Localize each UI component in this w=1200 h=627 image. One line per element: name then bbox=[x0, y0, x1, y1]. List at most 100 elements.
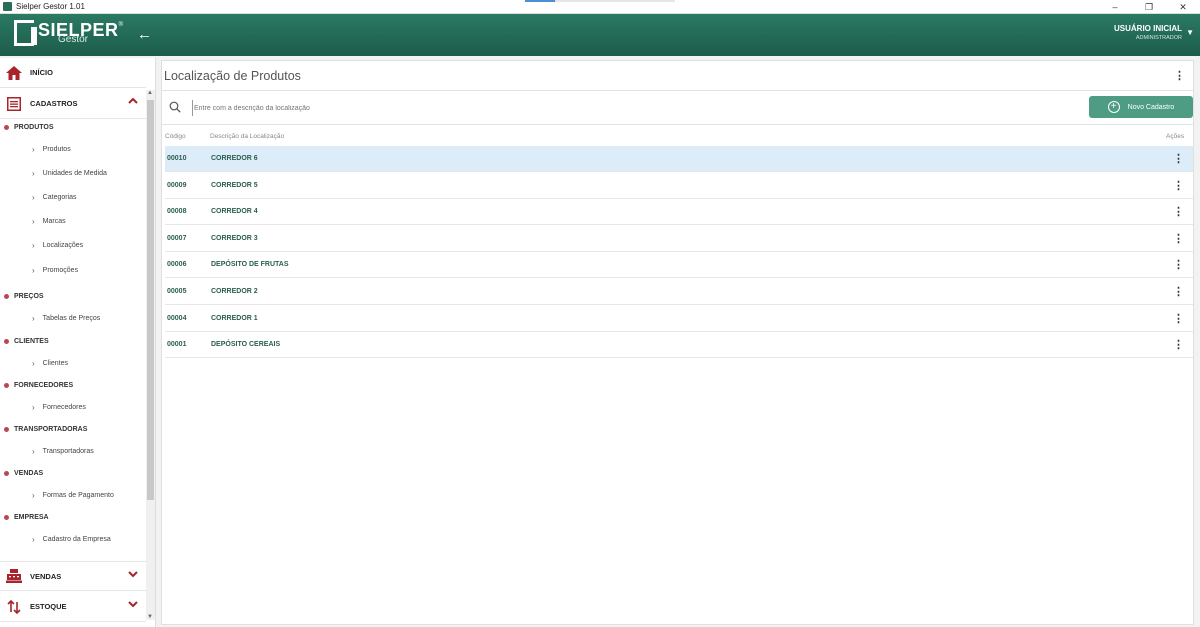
sidebar-scrollbar[interactable]: ▲ ▼ bbox=[146, 90, 155, 620]
logo-mark-icon bbox=[14, 20, 37, 46]
chevron-up-icon[interactable] bbox=[128, 97, 138, 108]
group-fornecedores: FORNECEDORES bbox=[4, 382, 73, 389]
chevron-right-icon: › bbox=[32, 169, 35, 178]
sidebar-item-label: Cadastro da Empresa bbox=[42, 536, 111, 543]
row-description: CORREDOR 6 bbox=[211, 155, 258, 162]
page-title: Localização de Produtos bbox=[164, 69, 301, 83]
group-precos: PREÇOS bbox=[4, 293, 44, 300]
group-transportadoras: TRANSPORTADORAS bbox=[4, 426, 87, 433]
sidebar-item-unidades[interactable]: › Unidades de Medida bbox=[32, 169, 107, 178]
row-code: 00010 bbox=[167, 155, 187, 162]
sidebar-item-tabelas-precos[interactable]: › Tabelas de Preços bbox=[32, 314, 100, 323]
sidebar-item-estoque[interactable]: ESTOQUE bbox=[0, 592, 146, 622]
table-row[interactable]: 00009 CORREDOR 5 ⋮ bbox=[165, 173, 1193, 199]
column-header-description[interactable]: Descrição da Localização bbox=[210, 133, 284, 140]
table-row[interactable]: 00010 CORREDOR 6 ⋮ bbox=[165, 146, 1193, 172]
group-label: PREÇOS bbox=[14, 293, 44, 300]
chevron-right-icon: › bbox=[32, 491, 35, 500]
close-button[interactable]: ✕ bbox=[1166, 0, 1200, 14]
row-code: 00004 bbox=[167, 315, 187, 322]
row-code: 00006 bbox=[167, 261, 187, 268]
more-vert-icon[interactable]: ⋮ bbox=[1173, 338, 1184, 351]
sidebar-item-cadastro-empresa[interactable]: › Cadastro da Empresa bbox=[32, 535, 111, 544]
caret-down-icon[interactable]: ▼ bbox=[1186, 28, 1194, 37]
swap-vertical-icon bbox=[6, 599, 22, 615]
sidebar-item-cadastros[interactable]: CADASTROS bbox=[0, 89, 146, 119]
row-description: CORREDOR 2 bbox=[211, 288, 258, 295]
divider bbox=[162, 124, 1193, 125]
group-label: VENDAS bbox=[14, 470, 44, 477]
chevron-right-icon: › bbox=[32, 447, 35, 456]
table-row[interactable]: 00004 CORREDOR 1 ⋮ bbox=[165, 306, 1193, 332]
scroll-down-icon[interactable]: ▼ bbox=[147, 614, 153, 620]
sidebar-item-formas-pagamento[interactable]: › Formas de Pagamento bbox=[32, 491, 114, 500]
new-record-button[interactable]: + Novo Cadastro bbox=[1089, 96, 1193, 118]
sidebar-item-promocoes[interactable]: › Promoções bbox=[32, 266, 78, 275]
row-description: DEPÓSITO DE FRUTAS bbox=[211, 261, 289, 268]
sidebar-label-estoque: ESTOQUE bbox=[30, 602, 67, 611]
row-description: CORREDOR 4 bbox=[211, 208, 258, 215]
sidebar-item-label: Categorias bbox=[42, 194, 77, 201]
restore-button[interactable]: ❐ bbox=[1132, 0, 1166, 14]
group-clientes: CLIENTES bbox=[4, 338, 49, 345]
more-vert-icon[interactable]: ⋮ bbox=[1173, 285, 1184, 298]
chevron-right-icon: › bbox=[32, 535, 35, 544]
group-label: FORNECEDORES bbox=[14, 382, 74, 389]
scroll-up-icon[interactable]: ▲ bbox=[147, 90, 153, 96]
register-icon bbox=[6, 96, 22, 112]
chevron-right-icon: › bbox=[32, 217, 35, 226]
sidebar-item-label: Produtos bbox=[42, 146, 71, 153]
sidebar-item-label: Promoções bbox=[42, 267, 79, 274]
row-code: 00007 bbox=[167, 235, 187, 242]
more-vert-icon[interactable]: ⋮ bbox=[1173, 205, 1184, 218]
scrollbar-thumb[interactable] bbox=[147, 100, 154, 500]
more-vert-icon[interactable]: ⋮ bbox=[1173, 232, 1184, 245]
more-vert-icon[interactable]: ⋮ bbox=[1174, 69, 1185, 82]
sidebar-item-label: Fornecedores bbox=[42, 404, 86, 411]
column-header-actions: Ações bbox=[1166, 133, 1185, 140]
new-record-label: Novo Cadastro bbox=[1127, 103, 1175, 111]
sidebar-item-localizacoes[interactable]: › Localizações bbox=[32, 241, 83, 250]
chevron-down-icon[interactable] bbox=[128, 600, 138, 611]
sidebar-item-vendas[interactable]: VENDAS bbox=[0, 561, 146, 591]
column-header-code[interactable]: Código bbox=[165, 133, 186, 140]
row-description: CORREDOR 1 bbox=[211, 315, 258, 322]
sidebar-item-clientes[interactable]: › Clientes bbox=[32, 359, 68, 368]
user-role: ADMINISTRADOR bbox=[1135, 35, 1182, 41]
sidebar-item-transportadoras[interactable]: › Transportadoras bbox=[32, 447, 94, 456]
window-titlebar: Sielper Gestor 1.01 – ❐ ✕ bbox=[0, 0, 1200, 14]
sidebar-item-categorias[interactable]: › Categorias bbox=[32, 193, 77, 202]
chevron-down-icon[interactable] bbox=[128, 570, 138, 581]
row-description: CORREDOR 3 bbox=[211, 235, 258, 242]
sidebar-item-produtos[interactable]: › Produtos bbox=[32, 145, 71, 154]
sidebar-item-label: Tabelas de Preços bbox=[42, 315, 101, 322]
more-vert-icon[interactable]: ⋮ bbox=[1173, 152, 1184, 165]
table-row[interactable]: 00007 CORREDOR 3 ⋮ bbox=[165, 226, 1193, 252]
row-code: 00008 bbox=[167, 208, 187, 215]
home-icon bbox=[6, 65, 22, 81]
user-name: USUÁRIO INICIAL bbox=[1114, 24, 1182, 33]
sidebar-item-marcas[interactable]: › Marcas bbox=[32, 217, 66, 226]
group-produtos: PRODUTOS bbox=[4, 124, 54, 131]
more-vert-icon[interactable]: ⋮ bbox=[1173, 258, 1184, 271]
cash-register-icon bbox=[6, 568, 22, 584]
window-title: Sielper Gestor 1.01 bbox=[16, 2, 85, 11]
minimize-button[interactable]: – bbox=[1098, 0, 1132, 14]
more-vert-icon[interactable]: ⋮ bbox=[1173, 312, 1184, 325]
sidebar-item-label: Transportadoras bbox=[42, 448, 94, 455]
table-row[interactable]: 00006 DEPÓSITO DE FRUTAS ⋮ bbox=[165, 252, 1193, 278]
more-vert-icon[interactable]: ⋮ bbox=[1173, 179, 1184, 192]
app-header: SIELPER ® Gestor ← USUÁRIO INICIAL ADMINI… bbox=[0, 14, 1200, 56]
arrow-left-icon[interactable]: ← bbox=[137, 26, 152, 43]
search-input[interactable] bbox=[192, 100, 592, 116]
table-row[interactable]: 00008 CORREDOR 4 ⋮ bbox=[165, 199, 1193, 225]
sidebar-label-inicio: INÍCIO bbox=[30, 68, 53, 77]
sidebar-item-label: Clientes bbox=[42, 360, 68, 367]
sidebar-item-fornecedores[interactable]: › Fornecedores bbox=[32, 403, 86, 412]
table-row[interactable]: 00005 CORREDOR 2 ⋮ bbox=[165, 279, 1193, 305]
table-row[interactable]: 00001 DEPÓSITO CEREAIS ⋮ bbox=[165, 332, 1193, 358]
row-description: DEPÓSITO CEREAIS bbox=[211, 341, 281, 348]
user-menu[interactable]: USUÁRIO INICIAL ADMINISTRADOR bbox=[1114, 24, 1182, 41]
sidebar-item-inicio[interactable]: INÍCIO bbox=[0, 58, 146, 88]
row-code: 00009 bbox=[167, 182, 187, 189]
